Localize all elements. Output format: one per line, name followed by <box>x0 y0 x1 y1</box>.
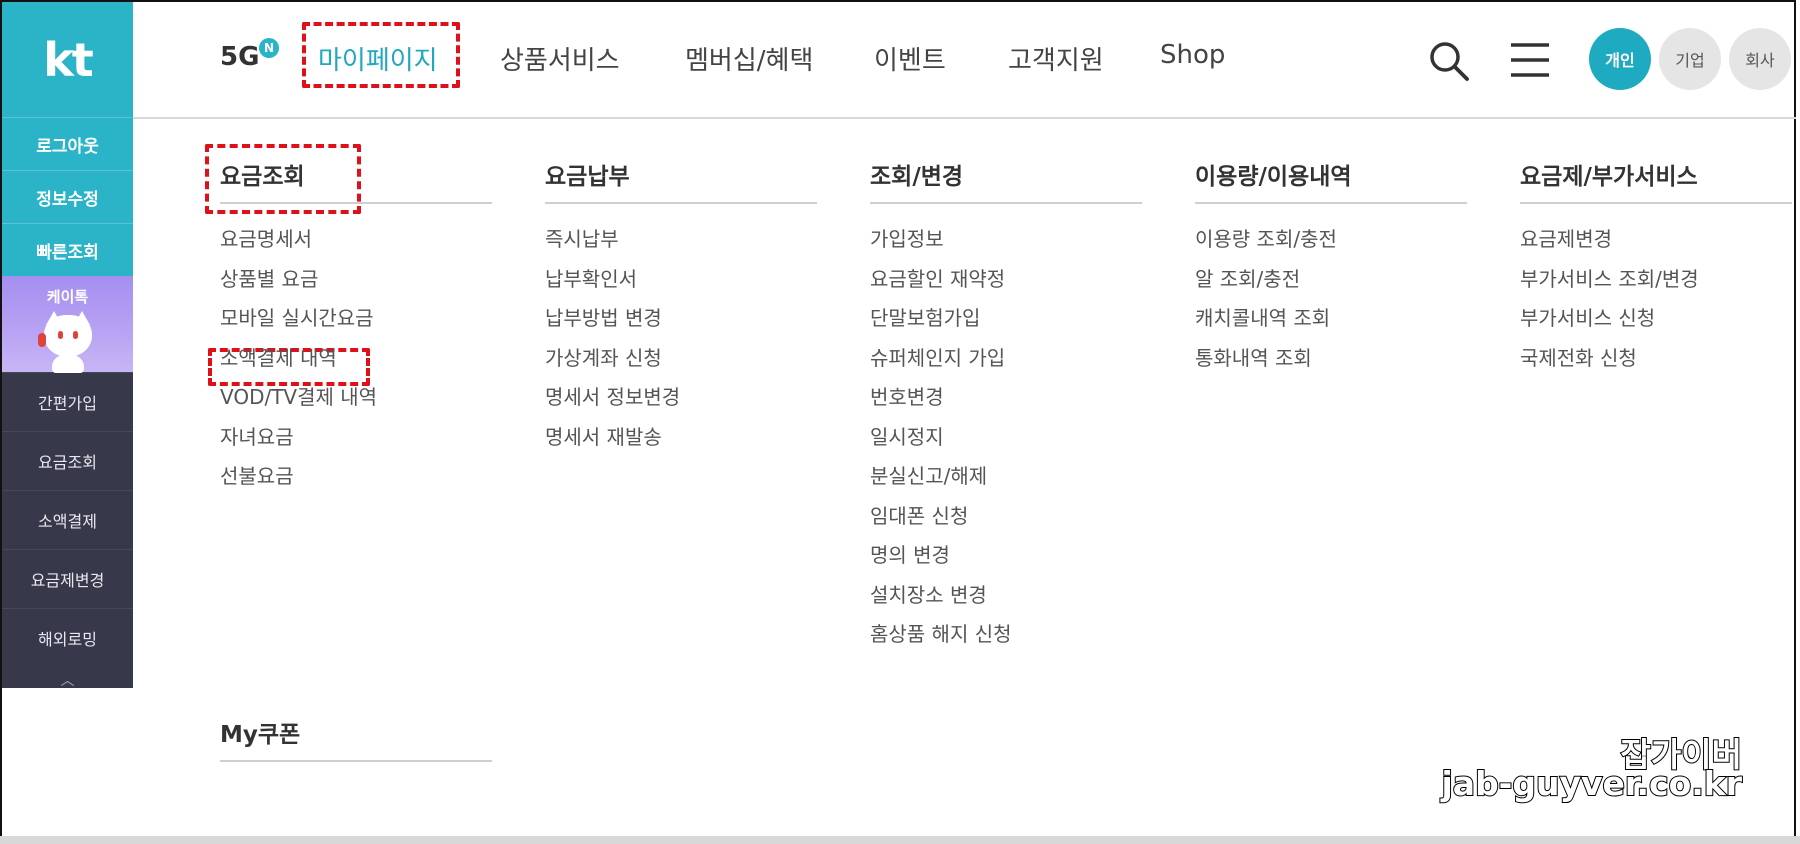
chevron-up-icon[interactable]: ︿ <box>2 667 133 692</box>
menu-item-bill-statement[interactable]: 요금명세서 <box>220 224 492 264</box>
menu-item-lost-report[interactable]: 분실신고/해제 <box>870 461 1142 501</box>
search-icon[interactable] <box>1428 40 1470 82</box>
menu-item-call-history[interactable]: 통화내역 조회 <box>1195 343 1467 383</box>
nav-support[interactable]: 고객지원 <box>1008 40 1104 77</box>
nav-products[interactable]: 상품서비스 <box>500 40 620 77</box>
bottom-divider <box>0 836 1800 844</box>
ktalk-label: 케이톡 <box>46 288 89 306</box>
menu-item-number-change[interactable]: 번호변경 <box>870 382 1142 422</box>
menu-item-superchange[interactable]: 슈퍼체인지 가입 <box>870 343 1142 383</box>
menu-item-prepaid-charge[interactable]: 선불요금 <box>220 461 492 501</box>
menu-column-bill-inquiry: 요금조회 요금명세서 상품별 요금 모바일 실시간요금 소액결제 내역 VOD/… <box>220 160 492 501</box>
sidebar-item-roaming[interactable]: 해외로밍 <box>2 608 133 667</box>
menu-item-change-payment-method[interactable]: 납부방법 변경 <box>545 303 817 343</box>
new-badge: N <box>259 38 279 58</box>
sidebar-item-plan-change[interactable]: 요금제변경 <box>2 549 133 608</box>
logout-button[interactable]: 로그아웃 <box>2 117 133 170</box>
quick-menu: 로그아웃 정보수정 빠른조회 <box>2 117 133 276</box>
menu-item-usage-recharge[interactable]: 이용량 조회/충전 <box>1195 224 1467 264</box>
left-sidebar: kt 로그아웃 정보수정 빠른조회 케이톡 간편가입 요금조회 소액결제 요금제… <box>2 2 133 689</box>
kt-logo[interactable]: kt <box>2 2 133 117</box>
hamburger-menu-icon[interactable] <box>1509 40 1551 80</box>
menu-item-child-charge[interactable]: 자녀요금 <box>220 422 492 462</box>
column-title[interactable]: My쿠폰 <box>220 718 492 762</box>
menu-item-catchcall-history[interactable]: 캐치콜내역 조회 <box>1195 303 1467 343</box>
menu-item-vod-tv-payment[interactable]: VOD/TV결제 내역 <box>220 382 492 422</box>
column-title[interactable]: 이용량/이용내역 <box>1195 160 1467 204</box>
menu-item-install-location[interactable]: 설치장소 변경 <box>870 580 1142 620</box>
highlight-mypage <box>302 22 460 88</box>
menu-column-payment: 요금납부 즉시납부 납부확인서 납부방법 변경 가상계좌 신청 명세서 정보변경… <box>545 160 817 461</box>
menu-item-virtual-account[interactable]: 가상계좌 신청 <box>545 343 817 383</box>
segment-business-button[interactable]: 기업 <box>1659 28 1721 90</box>
segment-company-button[interactable]: 회사 <box>1729 28 1791 90</box>
menu-item-statement-resend[interactable]: 명세서 재발송 <box>545 422 817 462</box>
menu-item-intl-call[interactable]: 국제전화 신청 <box>1520 343 1792 383</box>
menu-item-statement-info-change[interactable]: 명세서 정보변경 <box>545 382 817 422</box>
menu-item-rental-phone[interactable]: 임대폰 신청 <box>870 501 1142 541</box>
column-title[interactable]: 요금납부 <box>545 160 817 204</box>
sidebar-item-micropayment[interactable]: 소액결제 <box>2 490 133 549</box>
menu-item-name-change[interactable]: 명의 변경 <box>870 540 1142 580</box>
menu-item-plan-change[interactable]: 요금제변경 <box>1520 224 1792 264</box>
quick-search-button[interactable]: 빠른조회 <box>2 223 133 276</box>
nav-membership[interactable]: 멤버십/혜택 <box>685 40 813 77</box>
menu-column-usage: 이용량/이용내역 이용량 조회/충전 알 조회/충전 캐치콜내역 조회 통화내역… <box>1195 160 1467 382</box>
menu-item-payment-certificate[interactable]: 납부확인서 <box>545 264 817 304</box>
menu-item-al-recharge[interactable]: 알 조회/충전 <box>1195 264 1467 304</box>
column-title[interactable]: 요금제/부가서비스 <box>1520 160 1792 204</box>
menu-item-charge-by-product[interactable]: 상품별 요금 <box>220 264 492 304</box>
column-title[interactable]: 요금조회 <box>220 160 492 204</box>
5g-brand[interactable]: 5G <box>220 42 259 72</box>
ktalk-chatbot[interactable]: 케이톡 <box>2 276 133 373</box>
ktalk-mascot-icon <box>36 311 100 373</box>
menu-item-instant-pay[interactable]: 즉시납부 <box>545 224 817 264</box>
menu-item-micropayment-history[interactable]: 소액결제 내역 <box>220 343 492 383</box>
menu-column-coupon: My쿠폰 <box>220 718 492 762</box>
watermark-url: jab-guyver.co.kr <box>1440 763 1743 804</box>
kt-logo-text: kt <box>43 32 94 87</box>
edit-info-button[interactable]: 정보수정 <box>2 170 133 223</box>
menu-item-device-insurance[interactable]: 단말보험가입 <box>870 303 1142 343</box>
nav-shop[interactable]: Shop <box>1160 40 1225 70</box>
column-title[interactable]: 조회/변경 <box>870 160 1142 204</box>
menu-column-plans: 요금제/부가서비스 요금제변경 부가서비스 조회/변경 부가서비스 신청 국제전… <box>1520 160 1792 382</box>
menu-item-subscription-info[interactable]: 가입정보 <box>870 224 1142 264</box>
segment-personal-button[interactable]: 개인 <box>1589 28 1651 90</box>
menu-item-addon-lookup[interactable]: 부가서비스 조회/변경 <box>1520 264 1792 304</box>
menu-column-lookup-change: 조회/변경 가입정보 요금할인 재약정 단말보험가입 슈퍼체인지 가입 번호변경… <box>870 160 1142 659</box>
menu-item-suspend[interactable]: 일시정지 <box>870 422 1142 462</box>
sidebar-item-bill-inquiry[interactable]: 요금조회 <box>2 431 133 490</box>
nav-events[interactable]: 이벤트 <box>874 40 946 77</box>
menu-item-discount-recontract[interactable]: 요금할인 재약정 <box>870 264 1142 304</box>
menu-item-realtime-charge[interactable]: 모바일 실시간요금 <box>220 303 492 343</box>
menu-item-addon-apply[interactable]: 부가서비스 신청 <box>1520 303 1792 343</box>
menu-item-home-cancel[interactable]: 홈상품 해지 신청 <box>870 619 1142 659</box>
sidebar-item-simple-join[interactable]: 간편가입 <box>2 372 133 431</box>
